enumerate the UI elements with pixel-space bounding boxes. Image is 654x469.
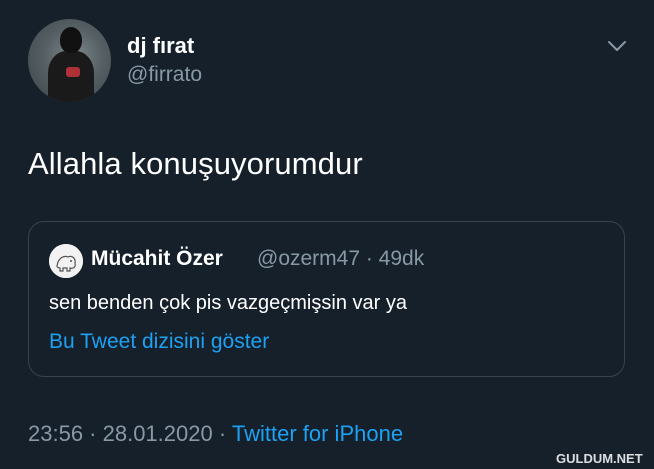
- tweet-source-link[interactable]: Twitter for iPhone: [232, 421, 403, 446]
- quoted-author-handle-time: @ozerm47 · 49dk: [257, 247, 425, 270]
- author-handle[interactable]: @firrato: [127, 63, 202, 87]
- quoted-tweet-text: sen benden çok pis vazgeçmişsin var ya: [49, 292, 407, 314]
- watermark: GULDUM.NET: [556, 451, 643, 466]
- show-thread-link[interactable]: Bu Tweet dizisini göster: [49, 330, 269, 354]
- tweet-text: Allahla konuşuyorumdur: [28, 146, 363, 181]
- quoted-author-name: Mücahit Özer: [91, 247, 223, 270]
- tweet-meta: 23:56 · 28.01.2020 · Twitter for iPhone: [28, 421, 403, 447]
- avatar-figure-accent: [66, 67, 80, 77]
- avatar-figure-head: [60, 27, 82, 53]
- author-display-name[interactable]: dj fırat: [127, 33, 194, 59]
- quoted-tweet-card[interactable]: Mücahit Özer @ozerm47 · 49dk sen benden …: [28, 221, 625, 377]
- author-avatar[interactable]: [28, 19, 111, 102]
- tweet-timestamp: 23:56 · 28.01.2020 ·: [28, 421, 227, 446]
- quoted-author-avatar: [49, 244, 83, 278]
- chevron-down-icon[interactable]: [605, 36, 629, 56]
